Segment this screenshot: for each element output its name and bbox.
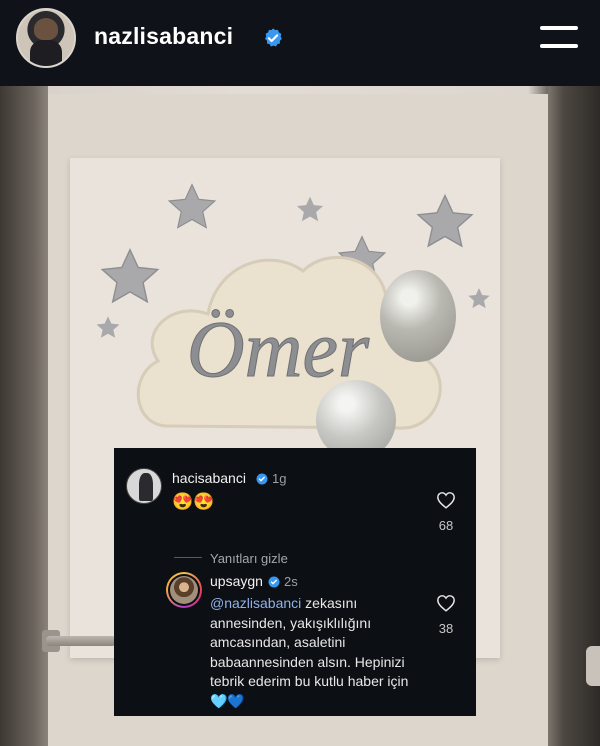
verified-badge-icon — [265, 28, 282, 47]
star-decoration — [167, 183, 217, 229]
divider — [174, 557, 202, 558]
star-decoration — [468, 288, 490, 309]
hide-replies-button[interactable]: Yanıtları gizle — [210, 551, 288, 566]
like-count: 38 — [438, 621, 454, 636]
star-decoration — [96, 316, 120, 338]
reply-text: @nazlisabanci zekasını annesinden, yakış… — [210, 594, 420, 711]
like-count: 68 — [438, 518, 454, 533]
like-heart-icon[interactable] — [436, 594, 456, 612]
reply-username[interactable]: upsaygn — [210, 573, 263, 589]
like-heart-icon[interactable] — [436, 491, 456, 509]
door-frame — [0, 86, 48, 746]
star-decoration — [296, 196, 324, 222]
profile-header: nazlisabanci — [0, 0, 600, 86]
replier-avatar[interactable] — [166, 572, 202, 608]
comment-username[interactable]: hacisabanci — [172, 470, 246, 486]
profile-avatar[interactable] — [16, 8, 76, 68]
reply-body: zekasını annesinden, yakışıklılığını amc… — [210, 595, 409, 709]
door-handle — [46, 636, 116, 646]
baby-name-text: Ömer — [187, 306, 370, 394]
door-handle — [586, 646, 600, 686]
comment-text: 😍😍 — [172, 492, 215, 511]
commenter-avatar[interactable] — [126, 468, 162, 504]
balloon — [380, 270, 456, 362]
profile-username[interactable]: nazlisabanci — [94, 23, 233, 50]
hamburger-menu-icon[interactable] — [540, 24, 578, 50]
mention-link[interactable]: @nazlisabanci — [210, 595, 301, 611]
verified-badge-icon — [256, 473, 268, 485]
verified-badge-icon — [268, 576, 280, 588]
comment-time: 1g — [272, 471, 287, 486]
comments-panel: hacisabanci 1g 😍😍 68 Yanıtları gizle ups… — [114, 448, 476, 716]
reply-time: 2s — [284, 574, 298, 589]
